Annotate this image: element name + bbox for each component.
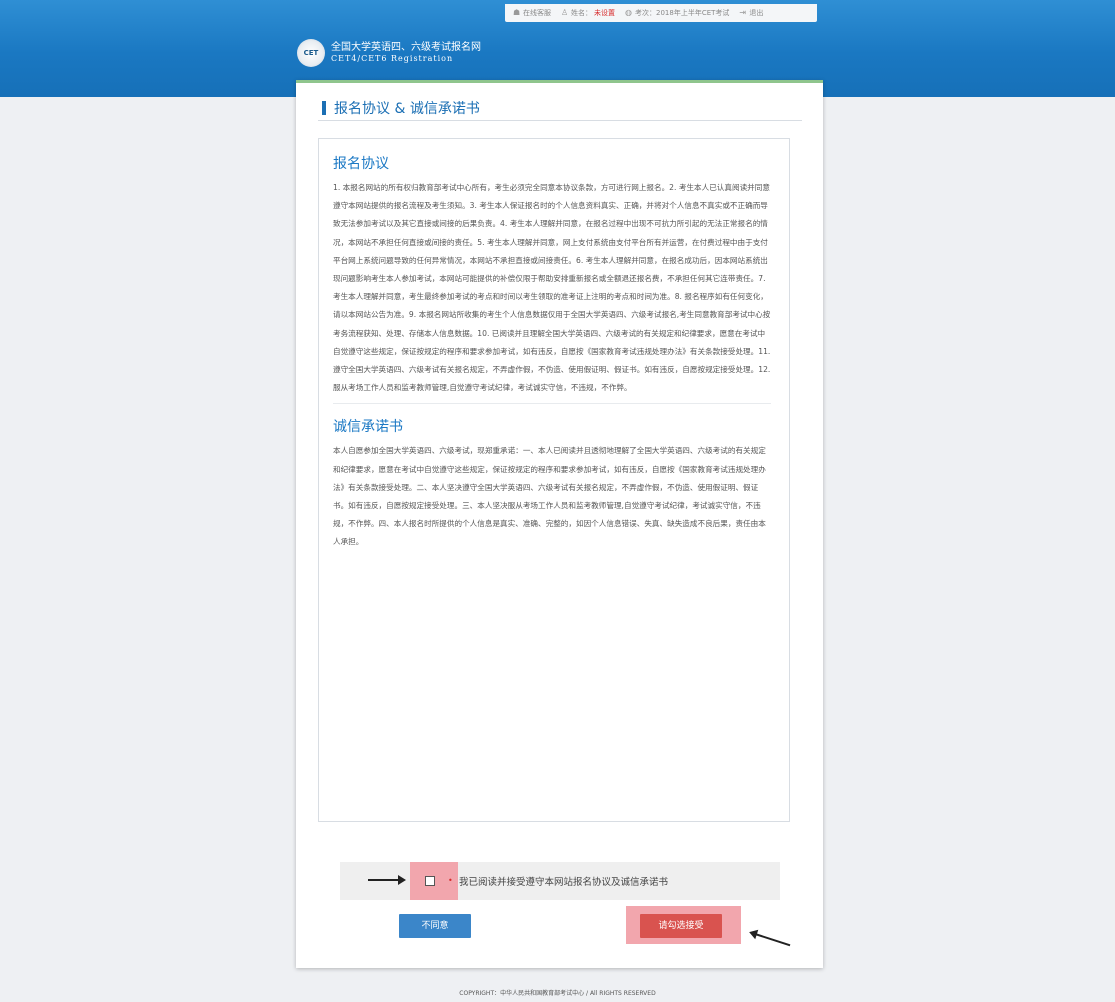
logout-icon: ⇥ [739, 8, 747, 17]
logout-label: 退出 [749, 9, 764, 17]
site-name-en: CET4/CET6 Registration [331, 54, 454, 63]
exam-session-label: 考次：2018年上半年CET考试 [635, 9, 730, 17]
accept-button[interactable]: 请勾选接受 [640, 914, 722, 938]
pledge-text: 本人自愿参加全国大学英语四、六级考试，现郑重承诺：一、本人已阅读并且透彻地理解了… [333, 446, 766, 547]
title-divider [318, 120, 802, 121]
logout-link[interactable]: ⇥ 退出 [739, 8, 763, 18]
support-icon: ☗ [513, 8, 521, 17]
panel-accent-line [296, 80, 823, 83]
logo-text: 全国大学英语四、六级考试报名网 CET4/CET6 Registration [331, 42, 481, 64]
page-title-text: 报名协议 & 诚信承诺书 [334, 101, 480, 117]
online-support-label: 在线客服 [523, 9, 551, 17]
site-name-cn: 全国大学英语四、六级考试报名网 [331, 42, 481, 53]
page-title: 报名协议 & 诚信承诺书 [322, 98, 480, 118]
agreement-content-box: 报名协议 1. 本报名网站的所有权归教育部考试中心所有，考生必须完全同意本协议条… [318, 138, 790, 822]
consent-label[interactable]: 我已阅读并接受遵守本网站报名协议及诚信承诺书 [459, 874, 668, 888]
consent-bar: • 我已阅读并接受遵守本网站报名协议及诚信承诺书 [340, 862, 780, 900]
title-marker [322, 101, 326, 115]
arrow-right-icon [368, 875, 406, 885]
section-divider [333, 403, 771, 405]
globe-icon: ◍ [625, 8, 632, 17]
agreement-heading: 报名协议 [333, 156, 389, 172]
name-prefix: 姓名： [571, 9, 592, 17]
arrow-left-icon [751, 932, 791, 947]
disagree-button[interactable]: 不同意 [399, 914, 471, 938]
required-mark: • [448, 876, 453, 885]
logo-badge-text: CET [303, 49, 319, 57]
agreement-text: 1. 本报名网站的所有权归教育部考试中心所有，考生必须完全同意本协议条款，方可进… [333, 183, 771, 393]
site-logo[interactable]: CET 全国大学英语四、六级考试报名网 CET4/CET6 Registrati… [297, 39, 481, 67]
pledge-heading: 诚信承诺书 [333, 419, 403, 436]
user-topbar: ☗ 在线客服 ♙ 姓名： 未设置 ◍ 考次：2018年上半年CET考试 ⇥ 退出 [505, 4, 817, 22]
logo-badge-icon: CET [297, 39, 325, 67]
online-support-link[interactable]: ☗ 在线客服 [513, 8, 551, 18]
name-value: 未设置 [594, 9, 615, 17]
exam-session-info: ◍ 考次：2018年上半年CET考试 [625, 8, 729, 18]
user-icon: ♙ [561, 8, 569, 17]
consent-checkbox[interactable] [425, 876, 435, 886]
footer-copyright: COPYRIGHT：中华人民共和国教育部考试中心 / All RIGHTS RE… [459, 990, 656, 997]
user-name-info: ♙ 姓名： 未设置 [561, 8, 615, 18]
agreement-panel: 报名协议 & 诚信承诺书 报名协议 1. 本报名网站的所有权归教育部考试中心所有… [296, 80, 823, 968]
